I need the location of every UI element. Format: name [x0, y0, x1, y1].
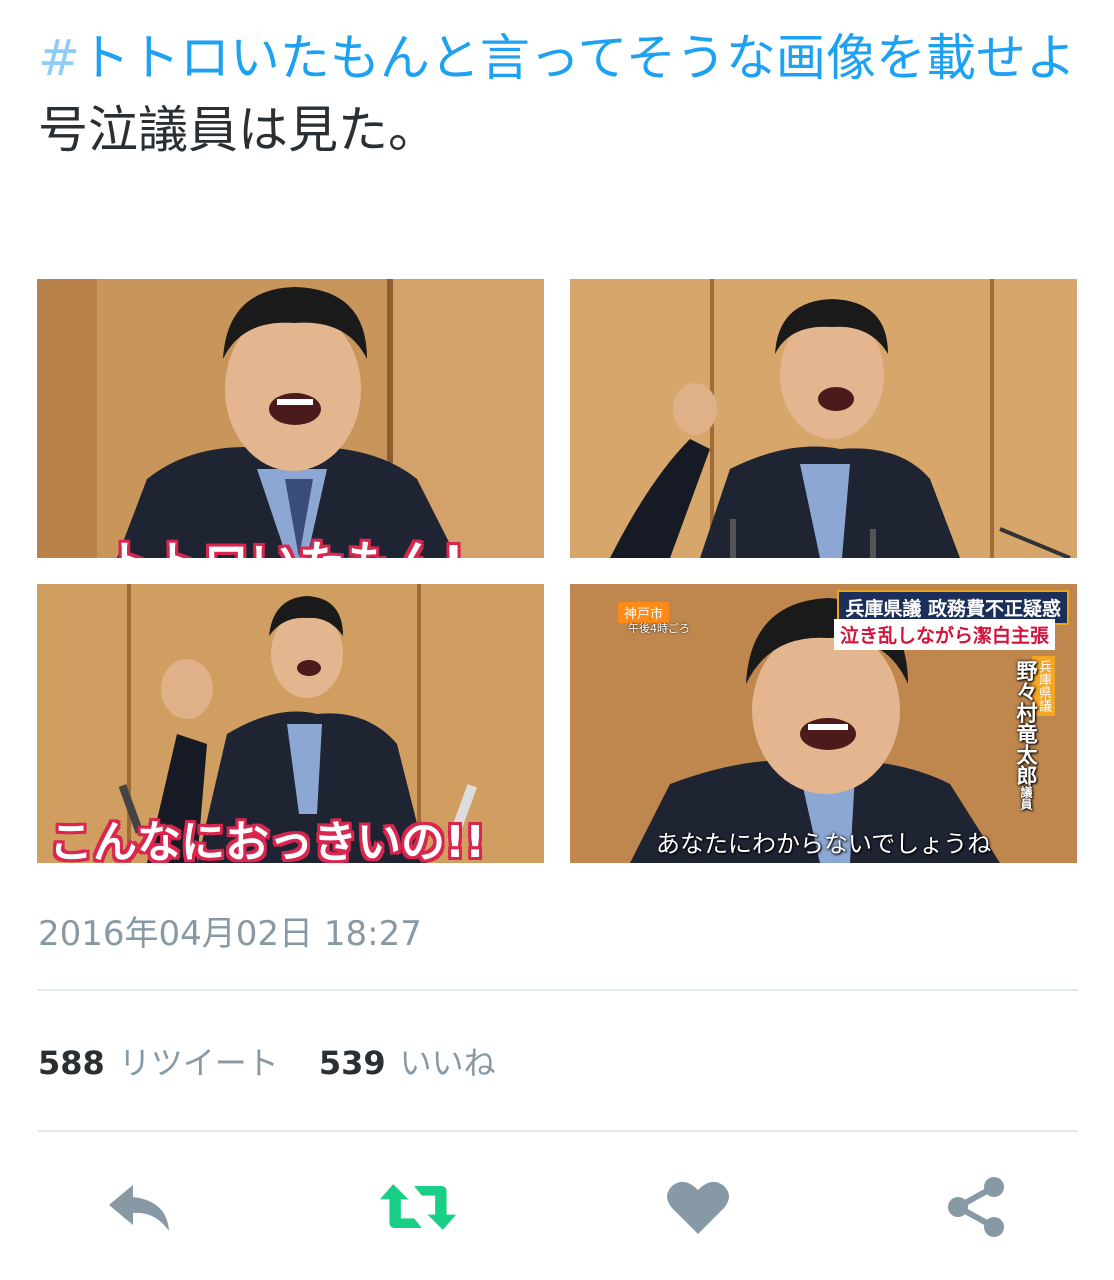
media-grid: トトロいたもん!	[37, 279, 1077, 863]
likes-stat[interactable]: 539 いいね	[319, 1038, 496, 1084]
divider-top	[38, 989, 1078, 991]
photo-1-caption: トトロいたもん!	[107, 527, 466, 558]
photo-3[interactable]: こんなにおっきいの!!	[37, 584, 544, 863]
news-title-2: 泣き乱しながら潔白主張	[833, 619, 1055, 650]
likes-count: 539	[318, 1044, 386, 1082]
tweet-body: 号泣議員は見た。	[38, 101, 438, 159]
tweet-text: #トトロいたもんと言ってそうな画像を載せよ 号泣議員は見た。	[38, 22, 1078, 166]
photo-2-image	[570, 279, 1077, 558]
hashtag-text: トトロいたもんと言ってそうな画像を載せよ	[79, 29, 1076, 87]
tweet-timestamp: 2016年04月02日 18:27	[38, 914, 422, 954]
divider-bottom	[38, 1130, 1078, 1132]
news-name-suffix: 議員	[1019, 786, 1033, 810]
like-button[interactable]	[658, 1172, 738, 1242]
reply-icon	[109, 1185, 169, 1231]
photo-4-caption: あなたにわからないでしょうね	[656, 830, 992, 858]
photo-1-image	[37, 279, 544, 558]
retweets-label: リツイート	[118, 1044, 279, 1082]
share-button[interactable]	[936, 1172, 1016, 1242]
tweet-stats: 588 リツイート 539 いいね	[38, 1038, 496, 1084]
news-location-time: 午後4時ごろ	[628, 622, 690, 635]
heart-icon	[667, 1181, 729, 1234]
news-name-text: 野々村竜太郎	[1014, 660, 1038, 786]
action-bar	[0, 1172, 1114, 1242]
reply-button[interactable]	[100, 1172, 180, 1242]
retweet-button[interactable]	[378, 1172, 458, 1242]
photo-4[interactable]: 神戸市 午後4時ごろ 兵庫県議 政務費不正疑惑 泣き乱しながら潔白主張 兵庫県議…	[570, 584, 1077, 863]
share-icon	[948, 1177, 1004, 1237]
likes-label: いいね	[399, 1044, 496, 1082]
news-name: 野々村竜太郎議員	[1011, 660, 1041, 810]
retweet-icon	[379, 1184, 457, 1230]
hashtag-link[interactable]: #トトロいたもんと言ってそうな画像を載せよ	[38, 29, 1076, 87]
photo-3-caption: こんなにおっきいの!!	[49, 817, 486, 863]
hash-sign: #	[38, 29, 80, 87]
photo-2[interactable]	[570, 279, 1077, 558]
retweets-stat[interactable]: 588 リツイート	[38, 1038, 279, 1084]
photo-1[interactable]: トトロいたもん!	[37, 279, 544, 558]
retweets-count: 588	[38, 1044, 105, 1082]
